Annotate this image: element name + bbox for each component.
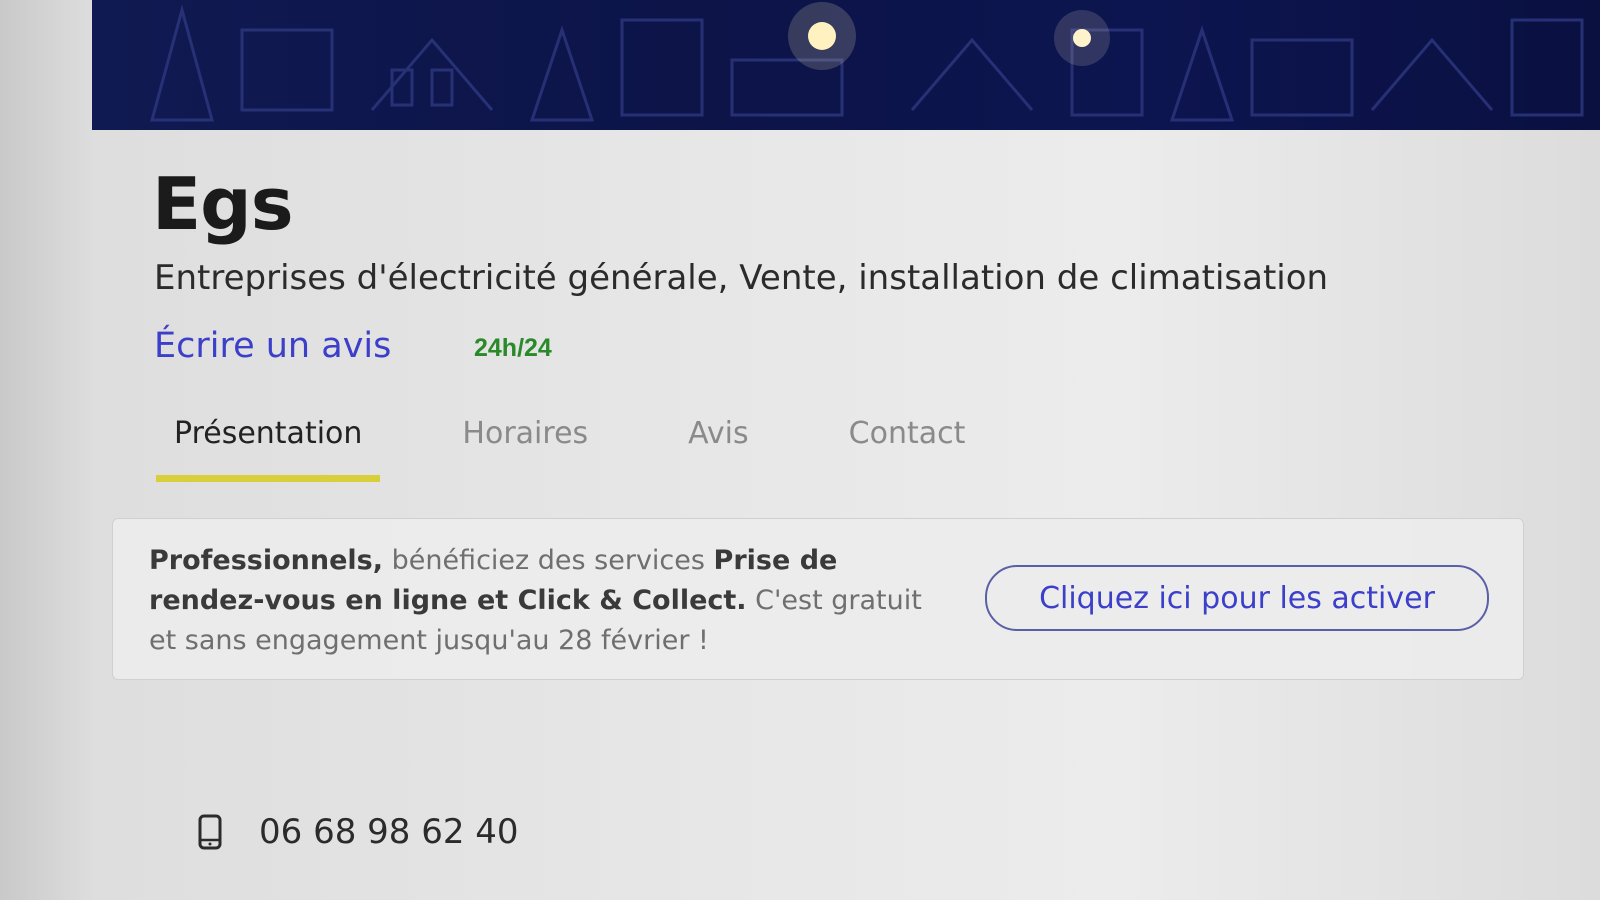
business-header: Egs Entreprises d'électricité générale, … (92, 130, 1600, 900)
tab-avis[interactable]: Avis (670, 412, 766, 482)
tab-horaires[interactable]: Horaires (444, 412, 606, 482)
cover-banner-image (92, 0, 1600, 130)
mobile-phone-icon (198, 814, 222, 850)
promo-message: Professionnels, bénéficiez des services … (149, 541, 929, 661)
write-review-link[interactable]: Écrire un avis (154, 326, 391, 366)
tab-presentation[interactable]: Présentation (156, 412, 381, 482)
opening-hours-badge: 24h/24 (474, 334, 552, 362)
pro-services-banner: Professionnels, bénéficiez des services … (112, 518, 1524, 680)
activate-services-button[interactable]: Cliquez ici pour les activer (985, 565, 1489, 631)
promo-bold-audience: Professionnels, (149, 545, 383, 576)
tab-label: Avis (688, 416, 749, 451)
business-name: Egs (152, 162, 294, 246)
phone-contact-row: 06 68 98 62 40 (197, 812, 519, 852)
tab-label: Horaires (462, 416, 589, 451)
tab-bar: Présentation Horaires Avis Contact (156, 412, 1047, 482)
phone-number[interactable]: 06 68 98 62 40 (259, 812, 519, 852)
tab-label: Présentation (174, 416, 363, 451)
tab-label: Contact (848, 416, 966, 451)
promo-text-intro: bénéficiez des services (383, 545, 714, 576)
active-tab-indicator (156, 475, 381, 482)
tab-contact[interactable]: Contact (831, 412, 984, 482)
business-categories: Entreprises d'électricité générale, Vent… (154, 258, 1329, 298)
business-page: Egs Entreprises d'électricité générale, … (0, 0, 1600, 900)
